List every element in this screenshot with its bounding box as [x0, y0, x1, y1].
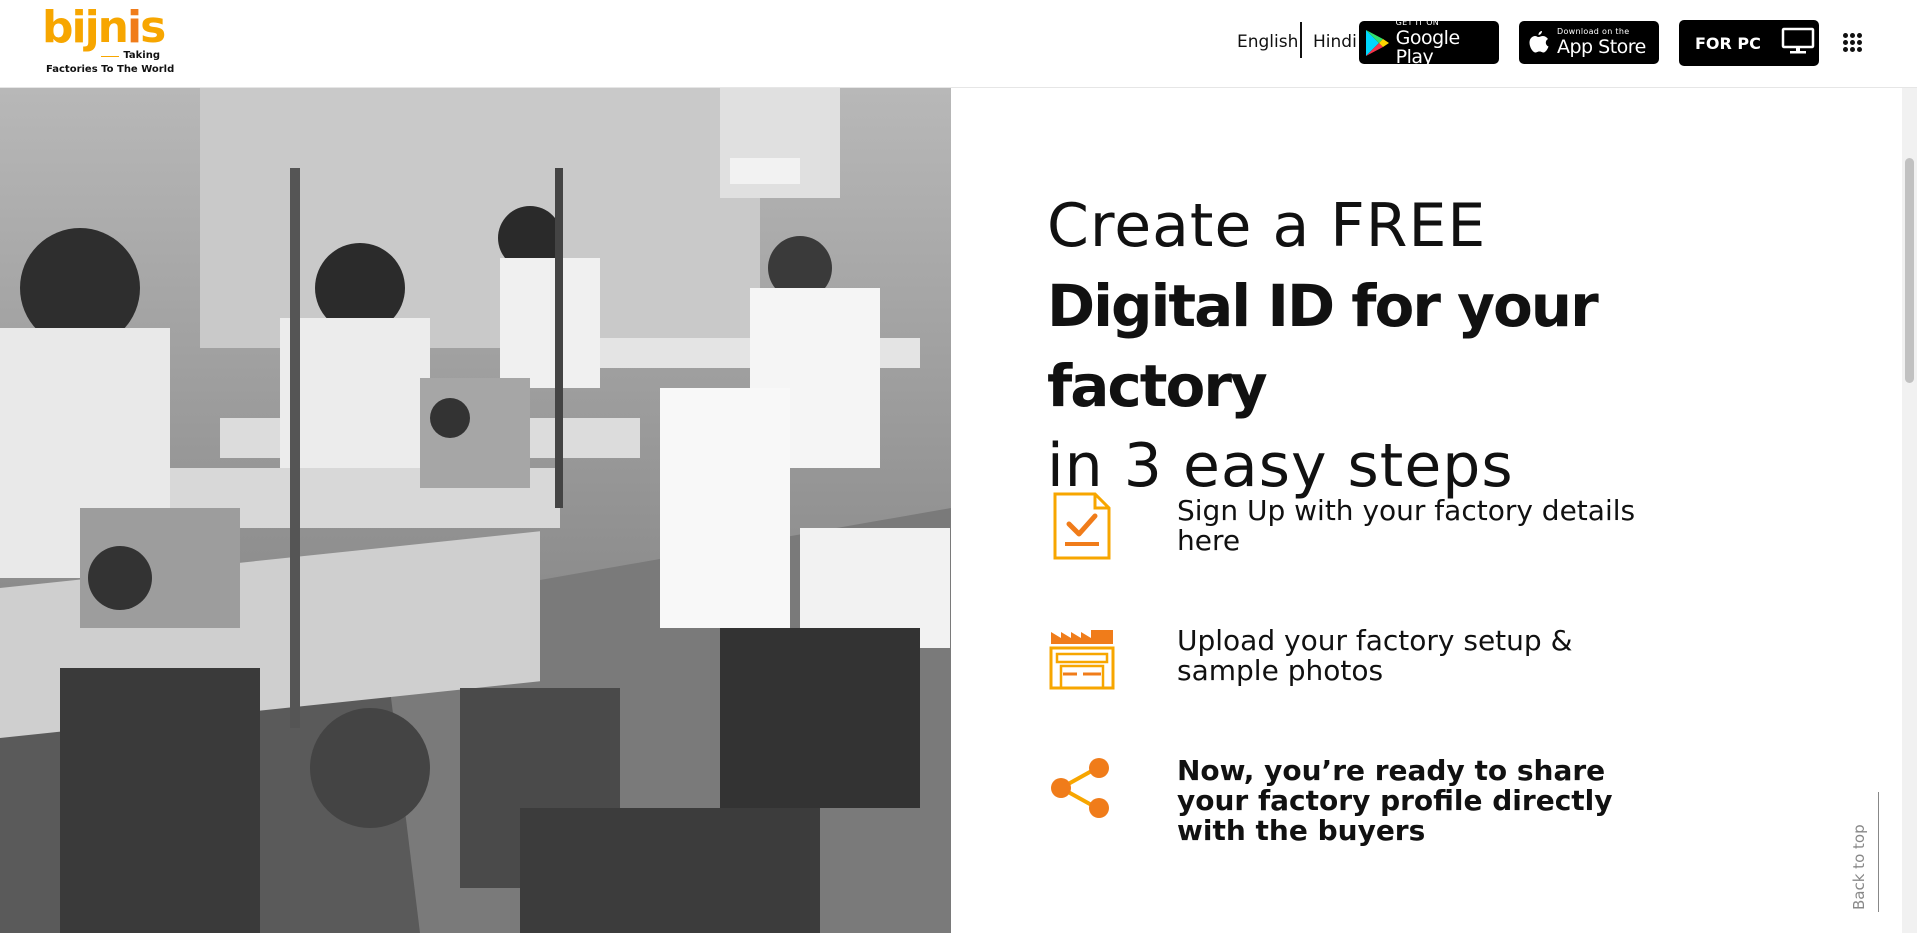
- hero-title-line-2: Digital ID for your factory: [1047, 272, 1599, 420]
- for-pc-label: FOR PC: [1695, 33, 1761, 53]
- hero-title-line-1: Create a FREE: [1047, 191, 1487, 261]
- back-to-top-label: Back to top: [1850, 824, 1868, 910]
- scrollbar-thumb[interactable]: [1905, 158, 1914, 383]
- back-to-top-line: [1878, 792, 1879, 912]
- hero-title: Create a FREE Digital ID for your factor…: [1047, 186, 1827, 506]
- google-play-icon: [1359, 29, 1396, 57]
- share-icon: [1047, 752, 1119, 824]
- step-2-text: Upload your factory setup & sample photo…: [1177, 624, 1573, 687]
- desktop-monitor-icon: [1781, 27, 1815, 59]
- logo-wordmark: bijnis: [42, 2, 166, 53]
- checklist-icon: [1047, 490, 1119, 562]
- google-play-small-text: GET IT ON: [1395, 17, 1440, 27]
- apple-icon: [1519, 29, 1557, 57]
- step-1-text: Sign Up with your factory details here: [1177, 494, 1636, 557]
- language-divider: [1300, 22, 1302, 58]
- logo-tagline-2: Factories To The World: [46, 64, 175, 75]
- site-header: bijnis Taking Factories To The World Eng…: [0, 0, 1917, 88]
- step-3-text: Now, you’re ready to share your factory …: [1177, 754, 1613, 847]
- back-to-top-link[interactable]: Back to top: [1850, 780, 1879, 912]
- app-store-big-text: App Store: [1557, 36, 1646, 58]
- app-store-button[interactable]: Download on the App Store: [1519, 21, 1659, 64]
- logo-tagline-1: Taking: [101, 50, 160, 61]
- language-english-link[interactable]: English: [1237, 32, 1298, 52]
- google-play-big-text: Google Play: [1395, 26, 1461, 68]
- for-pc-button[interactable]: FOR PC: [1679, 20, 1819, 66]
- factory-workers-photo: [0, 88, 951, 933]
- app-store-small-text: Download on the: [1557, 27, 1630, 36]
- factory-icon: [1047, 622, 1119, 694]
- bijnis-logo[interactable]: bijnis Taking Factories To The World: [42, 2, 174, 82]
- language-hindi-link[interactable]: Hindi: [1313, 32, 1357, 52]
- page-scrollbar[interactable]: [1902, 88, 1917, 933]
- google-play-button[interactable]: GET IT ON Google Play: [1359, 17, 1499, 68]
- apps-grid-menu-icon[interactable]: [1843, 33, 1863, 53]
